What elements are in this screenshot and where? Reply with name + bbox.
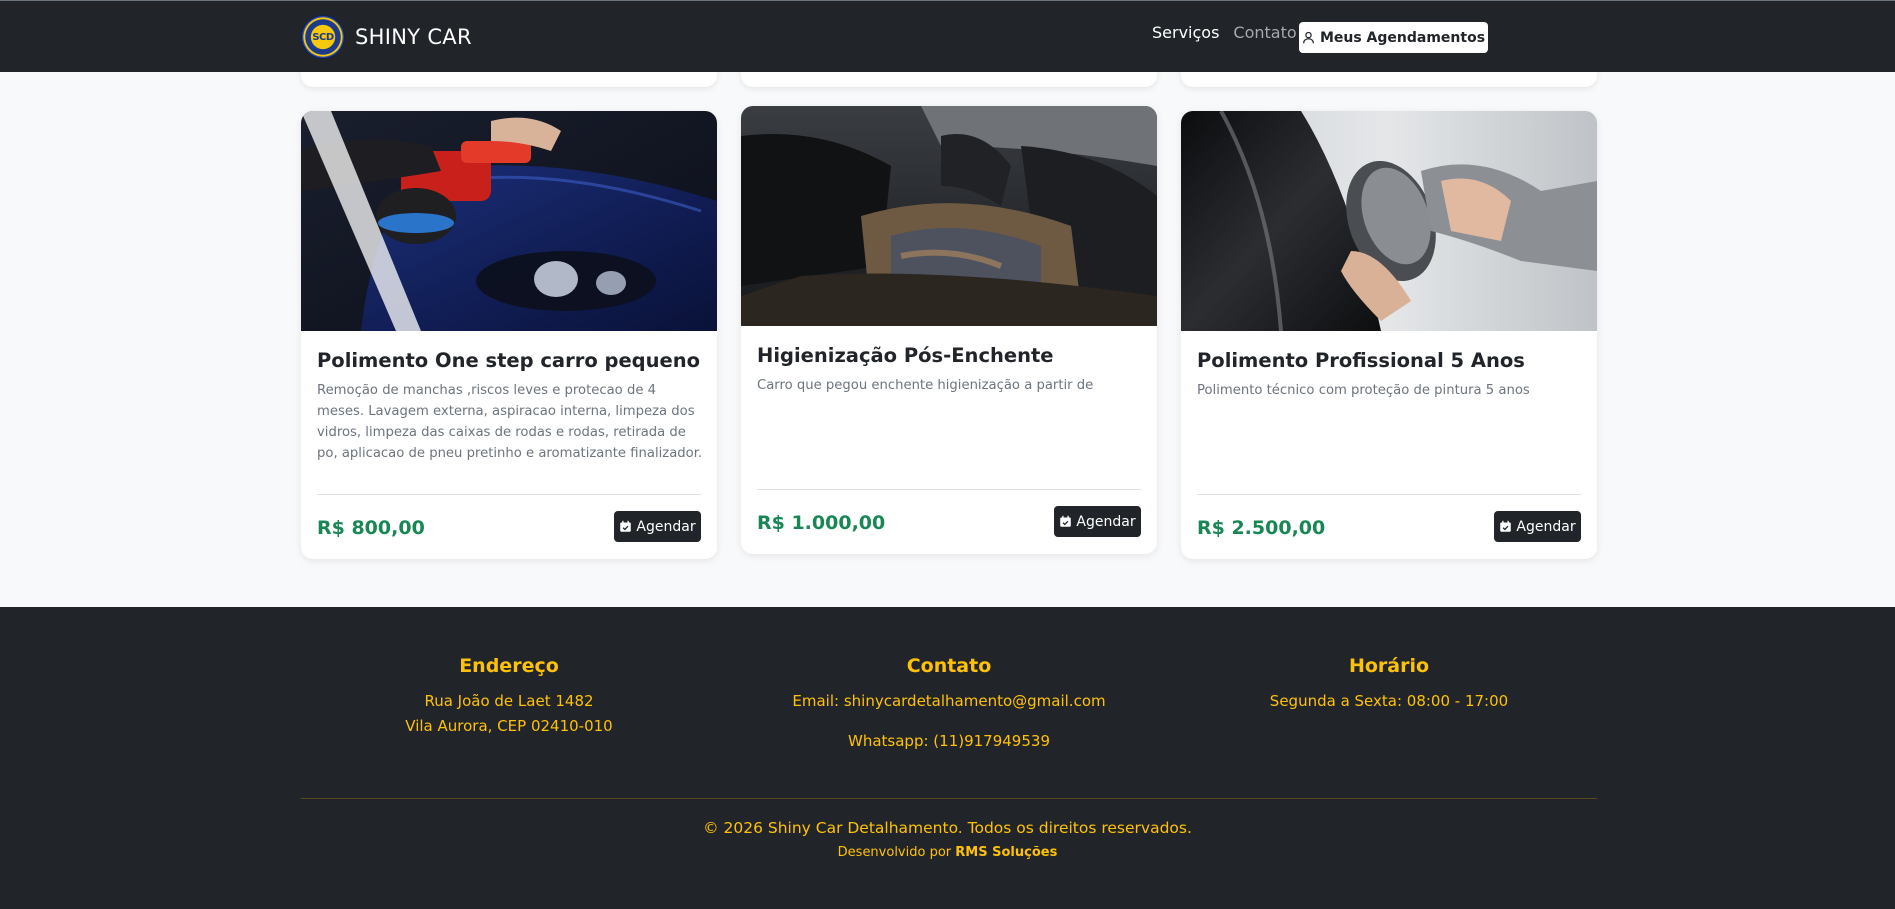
nav-link-contato[interactable]: Contato	[1233, 23, 1296, 42]
calendar-check-icon	[1060, 515, 1072, 527]
calendar-check-icon	[1500, 520, 1512, 532]
calendar-check-icon	[620, 520, 632, 532]
card-divider	[317, 494, 701, 495]
schedule-button-label: Agendar	[1516, 518, 1576, 535]
brand-name: SHINY CAR	[355, 25, 472, 49]
service-price: R$ 2.500,00	[1197, 517, 1326, 539]
nav-links: Serviços Contato	[1152, 23, 1311, 42]
footer-hours: Horário Segunda a Sexta: 08:00 - 17:00	[1169, 655, 1609, 714]
service-price: R$ 1.000,00	[757, 512, 886, 534]
user-icon	[1302, 31, 1314, 44]
brand-logo-text: SCD	[312, 31, 334, 43]
service-image-polishing	[301, 111, 717, 331]
schedule-button[interactable]: Agendar	[614, 511, 701, 542]
footer-whatsapp[interactable]: Whatsapp: (11)917949539	[729, 729, 1169, 754]
nav-link-servicos[interactable]: Serviços	[1152, 23, 1219, 42]
service-description: Polimento técnico com proteção de pintur…	[1197, 383, 1530, 398]
footer-address-line1: Rua João de Laet 1482	[424, 692, 594, 710]
footer-address-line2: Vila Aurora, CEP 02410-010	[405, 717, 613, 735]
service-title: Polimento Profissional 5 Anos	[1197, 349, 1525, 372]
navbar: SCD SHINY CAR Serviços Contato Meus Agen…	[0, 0, 1895, 72]
footer-contact: Contato Email: shinycardetalhamento@gmai…	[729, 655, 1169, 754]
service-card: Higienização Pós-Enchente Carro que pego…	[741, 106, 1157, 554]
service-title: Higienização Pós-Enchente	[757, 344, 1054, 367]
brand-link[interactable]: SCD SHINY CAR	[301, 15, 472, 59]
service-title: Polimento One step carro pequeno	[317, 349, 701, 372]
my-appointments-button[interactable]: Meus Agendamentos	[1299, 22, 1488, 53]
schedule-button-label: Agendar	[1076, 513, 1136, 530]
schedule-button[interactable]: Agendar	[1054, 506, 1141, 537]
brand-logo: SCD	[301, 15, 345, 59]
footer-email[interactable]: Email: shinycardetalhamento@gmail.com	[729, 689, 1169, 714]
service-image-professional-polish	[1181, 111, 1597, 331]
schedule-button-label: Agendar	[636, 518, 696, 535]
service-description: Carro que pegou enchente higienização a …	[757, 378, 1094, 393]
footer-hours-heading: Horário	[1348, 655, 1430, 677]
service-description: Remoção de manchas ,riscos leves e prote…	[317, 383, 703, 461]
service-price: R$ 800,00	[317, 517, 425, 539]
service-card: Polimento Profissional 5 Anos Polimento …	[1181, 111, 1597, 559]
footer-divider	[301, 798, 1597, 799]
service-image-interior	[741, 106, 1157, 326]
card-divider	[1197, 494, 1581, 495]
footer-contact-heading: Contato	[906, 655, 992, 677]
footer-copyright: © 2026 Shiny Car Detalhamento. Todos os …	[703, 819, 1192, 837]
service-card: Polimento One step carro pequeno Remoção…	[301, 111, 717, 559]
footer-address: Endereço Rua João de Laet 1482 Vila Auro…	[289, 655, 729, 739]
footer-developed-by: Desenvolvido por RMS Soluções	[0, 845, 1895, 860]
my-appointments-label: Meus Agendamentos	[1319, 29, 1486, 46]
footer-developed-by-prefix: Desenvolvido por	[837, 845, 952, 860]
card-divider	[757, 489, 1141, 490]
footer: Endereço Rua João de Laet 1482 Vila Auro…	[0, 607, 1895, 909]
schedule-button[interactable]: Agendar	[1494, 511, 1581, 542]
footer-address-heading: Endereço	[459, 655, 559, 677]
footer-developer-link[interactable]: RMS Soluções	[955, 845, 1057, 860]
footer-hours-line1: Segunda a Sexta: 08:00 - 17:00	[1269, 692, 1509, 710]
